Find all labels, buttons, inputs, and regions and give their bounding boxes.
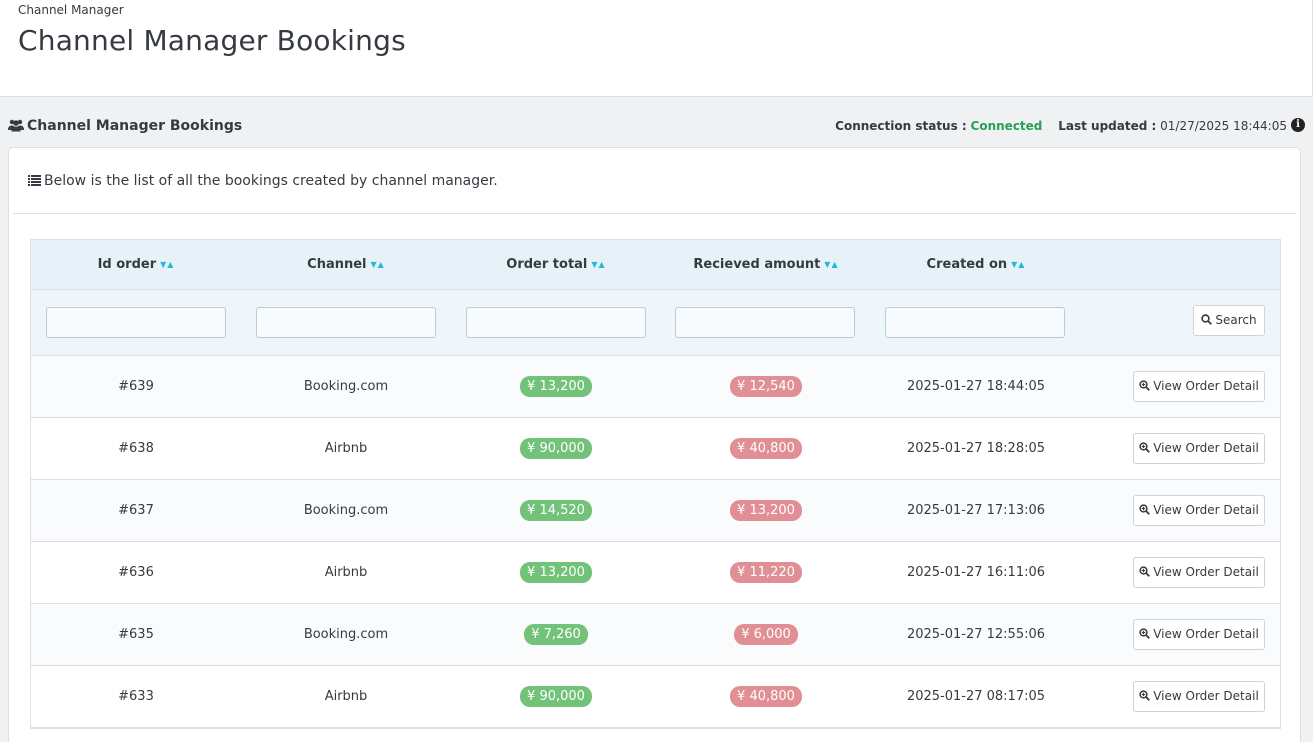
- table-body: #639 Booking.com ¥ 13,200 ¥ 12,540 2025-01-2…: [31, 356, 1280, 728]
- order-total-cell: ¥ 90,000: [451, 418, 661, 480]
- created-on-cell: 2025-01-27 18:44:05: [906, 379, 1046, 394]
- sort-arrows-icon[interactable]: ▼▲: [160, 240, 174, 290]
- order-total-cell: ¥ 90,000: [451, 666, 661, 728]
- received-amount-cell: ¥ 12,540: [661, 356, 871, 418]
- table-row: #637 Booking.com ¥ 14,520 ¥ 13,200 2025-01-2…: [31, 480, 1280, 542]
- column-header-channel[interactable]: Channel ▼▲: [241, 240, 451, 290]
- view-order-detail-button[interactable]: View Order Detail: [1133, 371, 1265, 402]
- received-amount-cell: ¥ 40,800: [661, 418, 871, 480]
- order-id-cell: #635: [118, 627, 154, 642]
- created-on-cell: 2025-01-27 16:11:06: [906, 565, 1046, 580]
- order-total-badge: ¥ 13,200: [520, 376, 592, 397]
- last-updated-value: 01/27/2025 18:44:05: [1160, 119, 1287, 133]
- channel-cell: Airbnb: [324, 441, 368, 456]
- order-id-cell: #633: [118, 689, 154, 704]
- order-total-badge: ¥ 14,520: [520, 500, 592, 521]
- channel-cell: Airbnb: [324, 689, 368, 704]
- order-total-badge: ¥ 13,200: [520, 562, 592, 583]
- received-amount-cell: ¥ 6,000: [661, 604, 871, 666]
- view-order-detail-button[interactable]: View Order Detail: [1133, 681, 1265, 712]
- column-header-id-order[interactable]: Id order ▼▲: [31, 240, 241, 290]
- order-id-cell: #636: [118, 565, 154, 580]
- intro-text: Below is the list of all the bookings cr…: [28, 173, 498, 189]
- order-id-cell: #638: [118, 441, 154, 456]
- bookings-panel: Below is the list of all the bookings cr…: [8, 147, 1301, 742]
- created-on-cell: 2025-01-27 12:55:06: [906, 627, 1046, 642]
- received-amount-badge: ¥ 6,000: [734, 624, 798, 645]
- table-row: #639 Booking.com ¥ 13,200 ¥ 12,540 2025-01-2…: [31, 356, 1280, 418]
- created-on-cell: 2025-01-27 17:13:06: [906, 503, 1046, 518]
- page-header: Channel Manager Channel Manager Bookings: [0, 0, 1313, 97]
- view-order-detail-button[interactable]: View Order Detail: [1133, 619, 1265, 650]
- filter-received-amount-input[interactable]: [675, 307, 855, 338]
- column-header-received-amount[interactable]: Recieved amount ▼▲: [661, 240, 871, 290]
- column-header-order-total[interactable]: Order total ▼▲: [451, 240, 661, 290]
- zoom-in-icon: [1139, 566, 1151, 577]
- search-button[interactable]: Search: [1193, 305, 1265, 336]
- created-on-cell: 2025-01-27 08:17:05: [906, 689, 1046, 704]
- order-total-cell: ¥ 13,200: [451, 356, 661, 418]
- zoom-in-icon: [1139, 628, 1151, 639]
- zoom-in-icon: [1139, 380, 1151, 391]
- sort-arrows-icon[interactable]: ▼▲: [824, 240, 838, 290]
- order-total-cell: ¥ 7,260: [451, 604, 661, 666]
- filter-id-order-input[interactable]: [46, 307, 226, 338]
- sort-arrows-icon[interactable]: ▼▲: [371, 240, 385, 290]
- received-amount-cell: ¥ 11,220: [661, 542, 871, 604]
- zoom-in-icon: [1139, 504, 1151, 515]
- order-total-cell: ¥ 14,520: [451, 480, 661, 542]
- view-order-detail-button[interactable]: View Order Detail: [1133, 495, 1265, 526]
- column-header-created-on[interactable]: Created on ▼▲: [871, 240, 1081, 290]
- channel-cell: Booking.com: [303, 503, 389, 518]
- received-amount-badge: ¥ 11,220: [730, 562, 802, 583]
- table-row: #633 Airbnb ¥ 90,000 ¥ 40,800 2025-01-27 08:…: [31, 666, 1280, 728]
- received-amount-badge: ¥ 12,540: [730, 376, 802, 397]
- channel-cell: Airbnb: [324, 565, 368, 580]
- order-id-cell: #639: [118, 379, 154, 394]
- order-total-badge: ¥ 90,000: [520, 686, 592, 707]
- view-order-detail-button[interactable]: View Order Detail: [1133, 433, 1265, 464]
- breadcrumb[interactable]: Channel Manager: [18, 3, 124, 17]
- info-circle-icon[interactable]: i: [1291, 118, 1305, 132]
- channel-cell: Booking.com: [303, 379, 389, 394]
- filter-row: Search: [31, 290, 1280, 356]
- table-row: #636 Airbnb ¥ 13,200 ¥ 11,220 2025-01-27 16:…: [31, 542, 1280, 604]
- table-row: #635 Booking.com ¥ 7,260 ¥ 6,000 2025-01-27 …: [31, 604, 1280, 666]
- connection-status-label: Connection status :: [835, 119, 967, 133]
- received-amount-badge: ¥ 13,200: [730, 500, 802, 521]
- order-total-badge: ¥ 7,260: [524, 624, 588, 645]
- zoom-in-icon: [1139, 442, 1151, 453]
- last-updated-label: Last updated :: [1058, 119, 1157, 133]
- panel-heading: Channel Manager Bookings Connection stat…: [8, 116, 1305, 138]
- filter-created-on-input[interactable]: [885, 307, 1065, 338]
- received-amount-badge: ¥ 40,800: [730, 438, 802, 459]
- panel-title: Channel Manager Bookings: [27, 118, 243, 134]
- received-amount-badge: ¥ 40,800: [730, 686, 802, 707]
- intro-label: Below is the list of all the bookings cr…: [44, 173, 498, 189]
- order-total-cell: ¥ 13,200: [451, 542, 661, 604]
- table-row: #638 Airbnb ¥ 90,000 ¥ 40,800 2025-01-27 18:…: [31, 418, 1280, 480]
- users-icon: [8, 119, 24, 132]
- table-header: Id order ▼▲ Channel ▼▲ Order total ▼▲ Recie…: [31, 240, 1280, 290]
- filter-channel-input[interactable]: [256, 307, 436, 338]
- connection-status-value: Connected: [970, 119, 1043, 133]
- filter-order-total-input[interactable]: [466, 307, 646, 338]
- sort-arrows-icon[interactable]: ▼▲: [1011, 240, 1025, 290]
- channel-cell: Booking.com: [303, 627, 389, 642]
- view-order-detail-button[interactable]: View Order Detail: [1133, 557, 1265, 588]
- order-id-cell: #637: [118, 503, 154, 518]
- created-on-cell: 2025-01-27 18:28:05: [906, 441, 1046, 456]
- zoom-in-icon: [1139, 690, 1151, 701]
- connection-info: Connection status : Connected Last updat…: [835, 119, 1287, 133]
- received-amount-cell: ¥ 40,800: [661, 666, 871, 728]
- order-total-badge: ¥ 90,000: [520, 438, 592, 459]
- search-icon: [1201, 314, 1213, 325]
- divider: [13, 213, 1296, 214]
- list-icon: [28, 175, 41, 186]
- page-title: Channel Manager Bookings: [18, 24, 406, 57]
- bookings-table: Id order ▼▲ Channel ▼▲ Order total ▼▲ Recie…: [30, 239, 1281, 729]
- sort-arrows-icon[interactable]: ▼▲: [591, 240, 605, 290]
- received-amount-cell: ¥ 13,200: [661, 480, 871, 542]
